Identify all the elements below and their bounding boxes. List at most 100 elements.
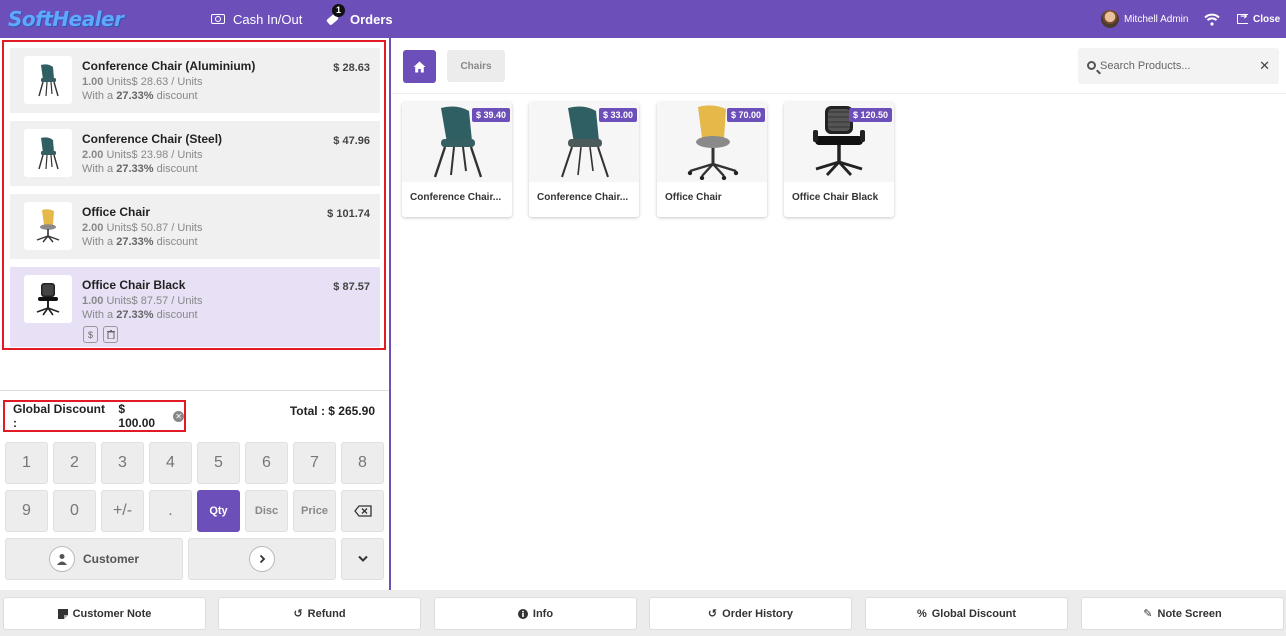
discount-value: 27.33% [116,90,154,102]
info-icon [517,608,528,619]
money-icon [211,14,225,24]
orderline-unit-price: Units$ 50.87 / Units [103,222,203,234]
orderline-price: $ 47.96 [333,135,370,147]
note-icon [57,608,68,619]
order-panel: Conference Chair (Aluminium) $ 2 8. 6 3 1.0… [0,38,391,590]
set-customer-button[interactable]: Customer [5,538,183,580]
numpad-key-9[interactable]: 9 [5,490,48,532]
close-session-button[interactable]: Close [1237,0,1280,38]
orderline-unit-info: 2.00 Units$ 23.98 / Units [82,149,202,161]
edit-price-button[interactable]: $ [83,326,98,343]
trash-icon [106,330,115,339]
discount-suffix: discount [153,236,198,248]
global-discount-button[interactable]: % Global Discount [865,597,1068,630]
refund-button[interactable]: ↺ Refund [218,597,421,630]
softhealer-logo: SoftHealer [8,7,124,31]
refund-label: Refund [307,607,346,620]
clear-search-icon[interactable]: ✕ [1259,58,1270,74]
note-screen-button[interactable]: ✎ Note Screen [1081,597,1284,630]
orderline-price: $ 87.57 [333,281,370,293]
orderline[interactable]: Conference Chair (Steel) $ 47.96 2.00 Un… [10,121,380,186]
order-history-button[interactable]: ↺ Order History [649,597,852,630]
numpad-key-1[interactable]: 1 [5,442,48,484]
numpad-key-3[interactable]: 3 [101,442,144,484]
product-price-tag: $ 39.40 [471,108,510,122]
product-card[interactable]: $ 70.00 Office Chair [657,102,767,217]
numpad-key-7[interactable]: 7 [293,442,336,484]
orderline-unit-info: 1.00 Units$ 28.63 / Units [82,76,202,88]
product-price-tag: $ 33.00 [598,108,637,122]
global-discount-value: $ 100.00 [118,402,156,430]
next-step-button[interactable] [188,538,336,580]
teal-chair-image [38,137,59,170]
user-menu[interactable]: Mitchell Admin [1101,0,1188,38]
numpad-key-2[interactable]: 2 [53,442,96,484]
product-thumbnail [24,275,72,323]
wifi-icon [1204,13,1220,26]
numpad-key-5[interactable]: 5 [197,442,240,484]
orderline-selected[interactable]: Office Chair Black $ 87.57 1.00 Units$ 8… [10,267,380,347]
numpad-mode-qty[interactable]: Qty [197,490,240,532]
customer-note-button[interactable]: Customer Note [3,597,206,630]
product-card[interactable]: $ 33.00 Conference Chair... [529,102,639,217]
user-avatar [1101,10,1119,28]
wifi-status[interactable] [1204,0,1220,38]
numpad-mode-price[interactable]: Price [293,490,336,532]
numpad-key-0[interactable]: 0 [53,490,96,532]
discount-suffix: discount [153,163,198,175]
product-name: Office Chair [665,192,722,203]
top-navbar: SoftHealer Cash In/Out 1 Orders Mitchell… [0,0,1286,38]
numpad-backspace[interactable] [341,490,384,532]
orderline-qty: 1.00 [82,295,104,307]
orderline[interactable]: Conference Chair (Aluminium) $ 28.63 1.0… [10,48,380,113]
discount-prefix: With a [82,163,117,175]
orderline-qty: 2.00 [82,149,104,161]
orderline-unit-info: 1.00 Units$ 87.57 / Units [82,295,202,307]
chevron-right-icon [249,546,275,572]
global-discount-button-label: Global Discount [931,607,1017,620]
discount-prefix: With a [82,90,117,102]
numpad-key-6[interactable]: 6 [245,442,288,484]
sign-out-icon [1237,11,1248,24]
product-card[interactable]: $ 120.50 Office Chair Black [784,102,894,217]
cash-in-out-button[interactable]: Cash In/Out [211,0,302,38]
discount-value: 27.33% [116,163,154,175]
numpad-mode-disc[interactable]: Disc [245,490,288,532]
category-bar: Chairs ✕ [391,38,1286,94]
home-icon [413,61,426,72]
remove-global-discount-icon[interactable]: ✕ [173,410,184,422]
numpad-key-8[interactable]: 8 [341,442,384,484]
search-icon [1087,61,1096,70]
customer-label: Customer [82,552,139,566]
search-input[interactable] [1100,57,1250,75]
discount-value: 27.33% [116,236,154,248]
discount-prefix: With a [82,236,117,248]
product-card[interactable]: $ 39.40 Conference Chair... [402,102,512,217]
orderline-discount: With a 27.33% discount [82,236,198,248]
home-category-button[interactable] [403,50,436,83]
orders-button[interactable]: 1 Orders [326,0,393,38]
product-thumbnail [24,129,72,177]
orderline-qty: 2.00 [82,222,104,234]
orderline[interactable]: Office Chair $ 101.74 2.00 Units$ 50.87 … [10,194,380,259]
undo-icon: ↺ [293,608,303,620]
delete-line-button[interactable] [103,326,118,343]
numpad-key-4[interactable]: 4 [149,442,192,484]
numpad-key-plus-minus[interactable]: +/- [101,490,144,532]
product-name: Conference Chair... [537,192,629,203]
yellow-office-chair-image [36,209,60,243]
info-button[interactable]: Info [434,597,637,630]
orderlines-list[interactable]: Conference Chair (Aluminium) $ 28.63 1.0… [2,40,386,350]
more-actions-button[interactable] [341,538,384,580]
orderline-product-name: Conference Chair (Aluminium) [82,59,256,73]
discount-suffix: discount [153,90,198,102]
orderline-qty: 1.00 [82,76,104,88]
discount-prefix: With a [82,309,117,321]
category-chairs-button[interactable]: Chairs [447,50,505,82]
chevron-down-icon [357,555,368,562]
order-history-label: Order History [722,607,794,620]
products-panel: Chairs ✕ $ 39.40 Conference Chair... [391,38,1286,590]
orderline-actions: $ [83,326,118,343]
numpad-key-decimal[interactable]: . [149,490,192,532]
orderline-product-name: Office Chair [82,205,151,219]
